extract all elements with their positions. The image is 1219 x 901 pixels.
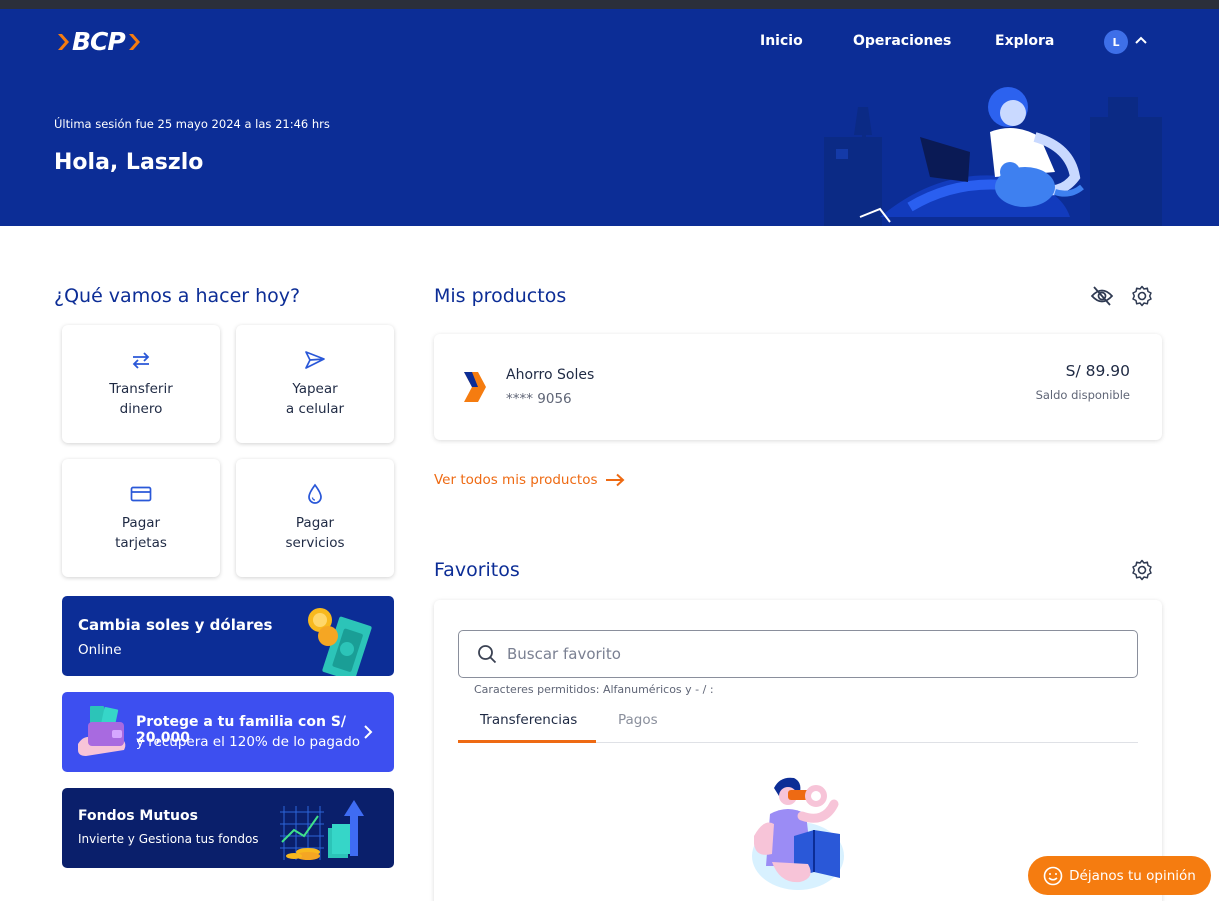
banner-title: Fondos Mutuos	[78, 808, 198, 824]
send-paper-plane-icon	[305, 351, 325, 369]
arrow-right-icon	[606, 473, 625, 487]
banner-family-insurance[interactable]: Protege a tu familia con S/ 20,000 y rec…	[62, 692, 394, 772]
browser-top-strip	[0, 0, 1219, 9]
hide-balance-eye-off-icon[interactable]	[1090, 285, 1114, 307]
see-all-products-link[interactable]: Ver todos mis productos	[434, 472, 625, 488]
account-balance: S/ 89.90	[1065, 362, 1130, 380]
greeting-title: Hola, Laszlo	[54, 150, 204, 175]
logo-chevron-right-icon	[128, 33, 140, 50]
hero-illustration	[824, 87, 1162, 226]
tile-transfer-money[interactable]: Transferir dinero	[62, 325, 220, 443]
tile-label: Transferir dinero	[109, 381, 173, 417]
tile-label: Yapear a celular	[285, 381, 345, 417]
transfer-arrows-icon	[132, 352, 150, 369]
product-card-savings[interactable]: Ahorro Soles **** 9056 S/ 89.90 Saldo di…	[434, 334, 1162, 440]
favorites-title: Favoritos	[434, 559, 520, 581]
feedback-button[interactable]: Déjanos tu opinión	[1028, 856, 1211, 895]
products-settings-gear-icon[interactable]	[1131, 285, 1153, 307]
tile-label: Pagar tarjetas	[115, 515, 167, 551]
search-hint-text: Caracteres permitidos: Alfanuméricos y -…	[474, 683, 714, 696]
wallet-cash-icon	[78, 706, 126, 756]
see-all-products-label: Ver todos mis productos	[434, 472, 598, 488]
water-drop-icon	[308, 483, 322, 504]
tab-pagos[interactable]: Pagos	[618, 712, 658, 728]
favorites-search-box[interactable]	[458, 630, 1138, 678]
banner-title: Cambia soles y dólares	[78, 616, 273, 634]
banner-subtitle: Online	[78, 642, 122, 658]
user-avatar[interactable]: L	[1104, 30, 1128, 54]
account-name: Ahorro Soles	[506, 367, 595, 383]
banner-subtitle: y recupera el 120% de lo pagado	[136, 734, 361, 750]
feedback-label: Déjanos tu opinión	[1069, 867, 1196, 884]
active-tab-indicator	[458, 740, 596, 743]
bcp-chevron-logo-icon	[464, 372, 486, 402]
last-session-text: Última sesión fue 25 mayo 2024 a las 21:…	[54, 117, 330, 131]
nav-operaciones[interactable]: Operaciones	[853, 33, 951, 49]
account-number: **** 9056	[506, 391, 572, 407]
smiley-face-icon	[1043, 866, 1063, 885]
search-icon	[478, 645, 497, 664]
tile-pay-services[interactable]: Pagar servicios	[236, 459, 394, 577]
banner-exchange-currency[interactable]: Cambia soles y dólares Online	[62, 596, 394, 676]
logo-text: BCP	[72, 27, 126, 56]
tile-pay-cards[interactable]: Pagar tarjetas	[62, 459, 220, 577]
products-title: Mis productos	[434, 285, 567, 307]
chevron-right-icon	[364, 725, 373, 739]
investment-chart-icon	[280, 800, 364, 860]
banner-mutual-funds[interactable]: Fondos Mutuos Invierte y Gestiona tus fo…	[62, 788, 394, 868]
bcp-logo[interactable]: BCP	[56, 27, 141, 56]
hero-header: BCP Inicio Operaciones Explora L Última …	[0, 9, 1219, 226]
banner-subtitle: Invierte y Gestiona tus fondos	[78, 832, 259, 846]
chevron-up-icon[interactable]	[1134, 35, 1148, 45]
nav-inicio[interactable]: Inicio	[760, 33, 803, 49]
empty-state-explorer-illustration	[752, 777, 844, 890]
tile-yape-to-phone[interactable]: Yapear a celular	[236, 325, 394, 443]
money-bills-coins-icon	[308, 608, 372, 676]
nav-explora[interactable]: Explora	[995, 33, 1054, 49]
tile-label: Pagar servicios	[285, 515, 345, 551]
tab-transferencias[interactable]: Transferencias	[480, 712, 577, 728]
balance-label: Saldo disponible	[1035, 388, 1130, 402]
logo-chevron-left-icon	[58, 33, 69, 50]
favorites-search-input[interactable]	[507, 645, 1107, 663]
credit-card-icon	[130, 486, 152, 502]
quick-actions-title: ¿Qué vamos a hacer hoy?	[54, 285, 301, 307]
favorites-settings-gear-icon[interactable]	[1131, 559, 1153, 581]
